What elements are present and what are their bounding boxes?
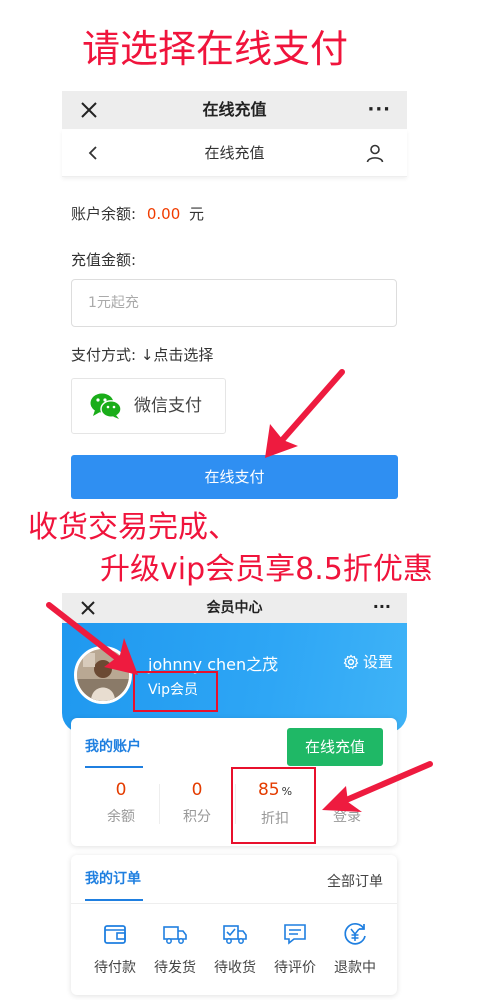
annotation-arrows-member	[46, 602, 433, 812]
